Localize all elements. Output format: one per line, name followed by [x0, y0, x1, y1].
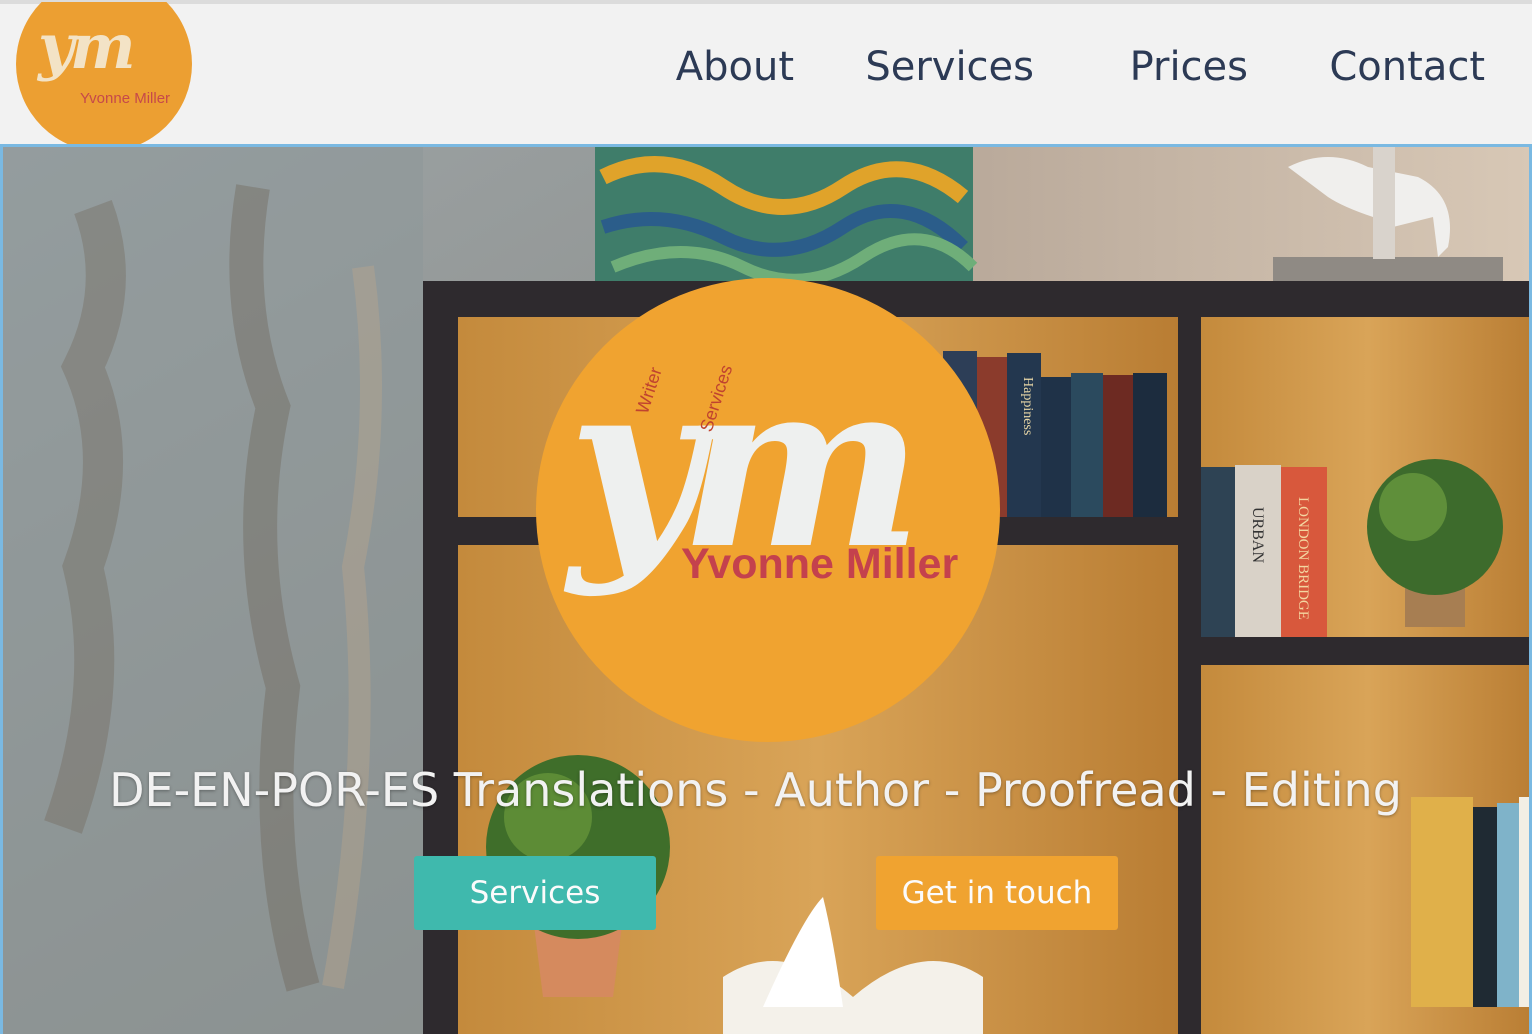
book-spine-urban: URBAN — [1249, 507, 1266, 563]
nav-services[interactable]: Services — [865, 44, 1034, 90]
nav-contact[interactable]: Contact — [1329, 44, 1485, 90]
hero-logo-name: Yvonne Miller — [681, 540, 959, 588]
hero-section: Happiness URBAN LONDON BRIDGE ym Writer … — [0, 144, 1532, 1034]
services-button[interactable]: Services — [414, 856, 656, 930]
site-header: ym Yvonne Miller About Services Prices C… — [0, 2, 1532, 152]
hero-logo: ym Writer Services Yvonne Miller — [536, 278, 1000, 742]
get-in-touch-button[interactable]: Get in touch — [876, 856, 1118, 930]
header-logo-name: Yvonne Miller — [80, 90, 171, 107]
nav-prices[interactable]: Prices — [1130, 44, 1248, 90]
header-logo-monogram: ym — [38, 10, 136, 83]
hero-tagline: DE-EN-POR-ES Translations - Author - Pro… — [109, 763, 1402, 817]
header-logo[interactable]: ym Yvonne Miller — [16, 2, 192, 152]
book-spine-london-bridge: LONDON BRIDGE — [1295, 497, 1311, 620]
nav-about[interactable]: About — [676, 44, 794, 90]
book-spine-happiness: Happiness — [1020, 377, 1035, 435]
